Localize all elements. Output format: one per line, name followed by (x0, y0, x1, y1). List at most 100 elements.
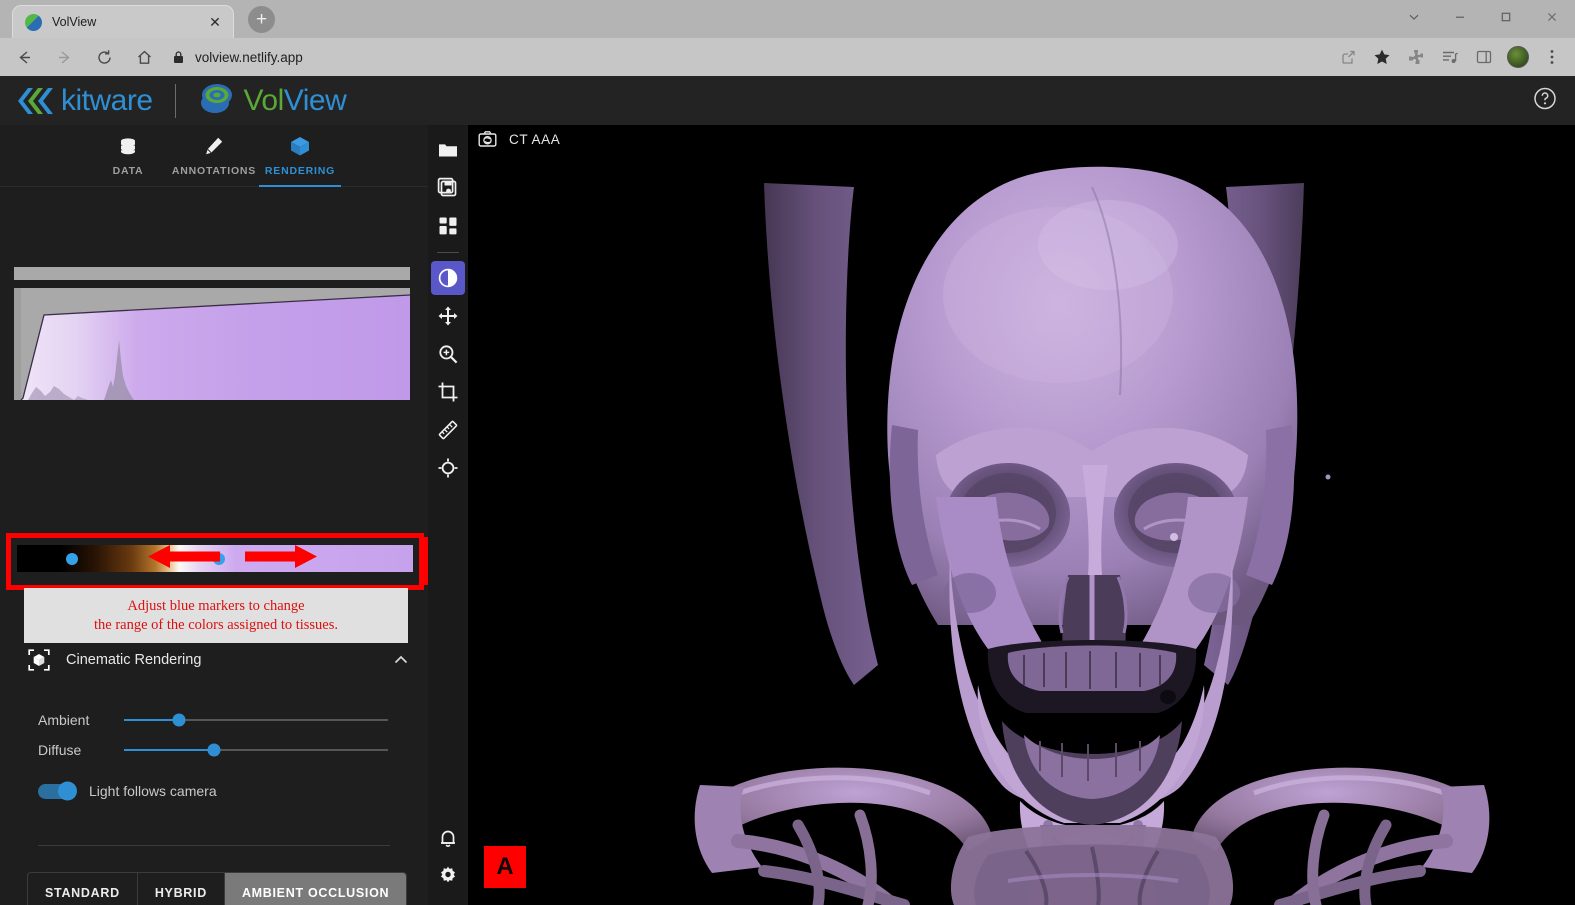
browser-menu-icon[interactable] (1535, 42, 1569, 72)
notifications-bell-icon[interactable] (431, 821, 465, 855)
volview-globe-icon (25, 13, 42, 31)
tool-rail-divider (437, 252, 459, 253)
ambient-slider-fill (124, 719, 180, 721)
sidebar-tab-bar: DATA ANNOTATIONS RENDERING (0, 125, 428, 187)
back-arrow-icon[interactable] (8, 42, 40, 72)
ambient-slider-track[interactable] (124, 713, 388, 727)
save-session-icon[interactable] (431, 171, 465, 205)
maximize-icon[interactable] (1483, 0, 1529, 33)
render-mode-hybrid[interactable]: HYBRID (138, 873, 225, 905)
color-marker-lower[interactable] (66, 552, 79, 565)
color-range-widget[interactable] (6, 533, 424, 590)
kitware-chevrons-icon (14, 86, 56, 116)
side-panel-icon[interactable] (1467, 42, 1501, 72)
color-gradient-bar[interactable] (17, 543, 413, 574)
tab-rendering-label: RENDERING (264, 165, 336, 177)
right-arrow-annotation-icon (244, 543, 317, 574)
media-list-icon[interactable] (1433, 42, 1467, 72)
tool-rail (428, 125, 468, 905)
opacity-transfer-function-widget[interactable] (14, 267, 410, 400)
diffuse-slider-label: Diffuse (38, 742, 82, 758)
section-divider (38, 845, 390, 846)
light-follows-camera-label: Light follows camera (89, 783, 217, 799)
crop-icon[interactable] (431, 375, 465, 409)
pan-move-icon[interactable] (431, 299, 465, 333)
chevron-up-icon[interactable] (392, 651, 410, 669)
browser-toolbar-icons (1331, 42, 1575, 72)
diffuse-slider-knob[interactable] (207, 743, 221, 757)
sidebar-panel: DATA ANNOTATIONS RENDERING Adjust blue m… (0, 125, 428, 905)
ambient-slider-label: Ambient (38, 712, 90, 728)
browser-toolbar: volview.netlify.app (0, 38, 1575, 76)
database-icon (117, 134, 139, 158)
viewport-header: CT AAA (478, 130, 560, 149)
layout-grid-icon[interactable] (431, 209, 465, 243)
diffuse-slider-fill (124, 749, 214, 751)
volview-wordmark-view: View (283, 83, 347, 117)
extensions-puzzle-icon[interactable] (1399, 42, 1433, 72)
diffuse-slider-track[interactable] (124, 743, 388, 757)
camera-screenshot-icon[interactable] (478, 130, 497, 149)
annotation-line-1: Adjust blue markers to change (127, 597, 305, 614)
color-range-annotation-box: Adjust blue markers to change the range … (24, 588, 408, 643)
cinematic-rendering-title: Cinematic Rendering (66, 652, 202, 668)
kitware-logo[interactable]: kitware (14, 84, 153, 118)
toggle-thumb (58, 781, 77, 801)
window-controls (1391, 0, 1575, 33)
chevron-down-icon[interactable] (1391, 0, 1437, 33)
render-mode-button-group: STANDARD HYBRID AMBIENT OCCLUSION (27, 872, 408, 905)
volview-wordmark-vol: Vol (243, 83, 285, 117)
pencil-icon (203, 134, 225, 158)
left-arrow-annotation-icon (147, 543, 220, 574)
volview-disc-icon (198, 81, 236, 120)
render-viewport[interactable]: CT AAA A (468, 125, 1575, 905)
light-follows-camera-row[interactable]: Light follows camera (38, 781, 217, 801)
share-icon[interactable] (1331, 42, 1365, 72)
render-mode-ambient-occlusion[interactable]: AMBIENT OCCLUSION (224, 873, 407, 905)
cinematic-rendering-header[interactable]: Cinematic Rendering (28, 645, 410, 675)
close-icon[interactable] (1529, 0, 1575, 33)
zoom-magnifier-icon[interactable] (431, 337, 465, 371)
cinematic-cube-icon (28, 649, 50, 671)
help-circle-icon[interactable] (1533, 86, 1557, 115)
reload-icon[interactable] (88, 42, 120, 72)
light-follows-camera-toggle[interactable] (38, 781, 77, 801)
tab-annotations[interactable]: ANNOTATIONS (171, 125, 257, 187)
address-bar[interactable]: volview.netlify.app (172, 43, 1323, 71)
open-file-icon[interactable] (431, 133, 465, 167)
diffuse-slider-row[interactable]: Diffuse (38, 737, 388, 763)
volview-logo[interactable]: VolView (198, 81, 347, 120)
minimize-icon[interactable] (1437, 0, 1483, 33)
tab-rendering[interactable]: RENDERING (257, 125, 343, 187)
volume-render-canvas[interactable] (468, 125, 1575, 905)
render-mode-standard[interactable]: STANDARD (28, 873, 138, 905)
forward-arrow-icon (48, 42, 80, 72)
bookmark-star-icon[interactable] (1365, 42, 1399, 72)
volview-wordmark: VolView (244, 84, 347, 118)
lock-icon (172, 50, 185, 64)
crosshairs-icon[interactable] (431, 451, 465, 485)
color-range-callout-label: Color range (422, 537, 428, 585)
profile-avatar[interactable] (1501, 42, 1535, 72)
kitware-wordmark: kitware (61, 83, 153, 117)
ambient-slider-knob[interactable] (172, 713, 186, 727)
settings-gear-icon[interactable] (431, 859, 465, 893)
window-level-contrast-icon[interactable] (431, 261, 465, 295)
browser-tab-strip: VolView ✕ + (0, 0, 1575, 38)
tab-annotations-label: ANNOTATIONS (171, 165, 257, 177)
home-icon[interactable] (128, 42, 160, 72)
tab-data[interactable]: DATA (85, 125, 171, 187)
orientation-badge-anterior: A (484, 846, 526, 888)
header-divider (174, 83, 176, 118)
ambient-slider-row[interactable]: Ambient (38, 707, 388, 733)
browser-tab[interactable]: VolView ✕ (12, 5, 234, 38)
ruler-measure-icon[interactable] (431, 413, 465, 447)
annotation-line-2: the range of the colors assigned to tiss… (93, 616, 339, 633)
app-header: kitware VolView (0, 76, 1575, 125)
close-icon[interactable]: ✕ (205, 12, 225, 32)
browser-tab-title: VolView (52, 15, 97, 29)
tf-top-bar[interactable] (14, 267, 410, 280)
new-tab-button[interactable]: + (248, 6, 275, 33)
address-bar-url: volview.netlify.app (195, 49, 303, 65)
tf-histogram-canvas[interactable] (14, 288, 410, 400)
